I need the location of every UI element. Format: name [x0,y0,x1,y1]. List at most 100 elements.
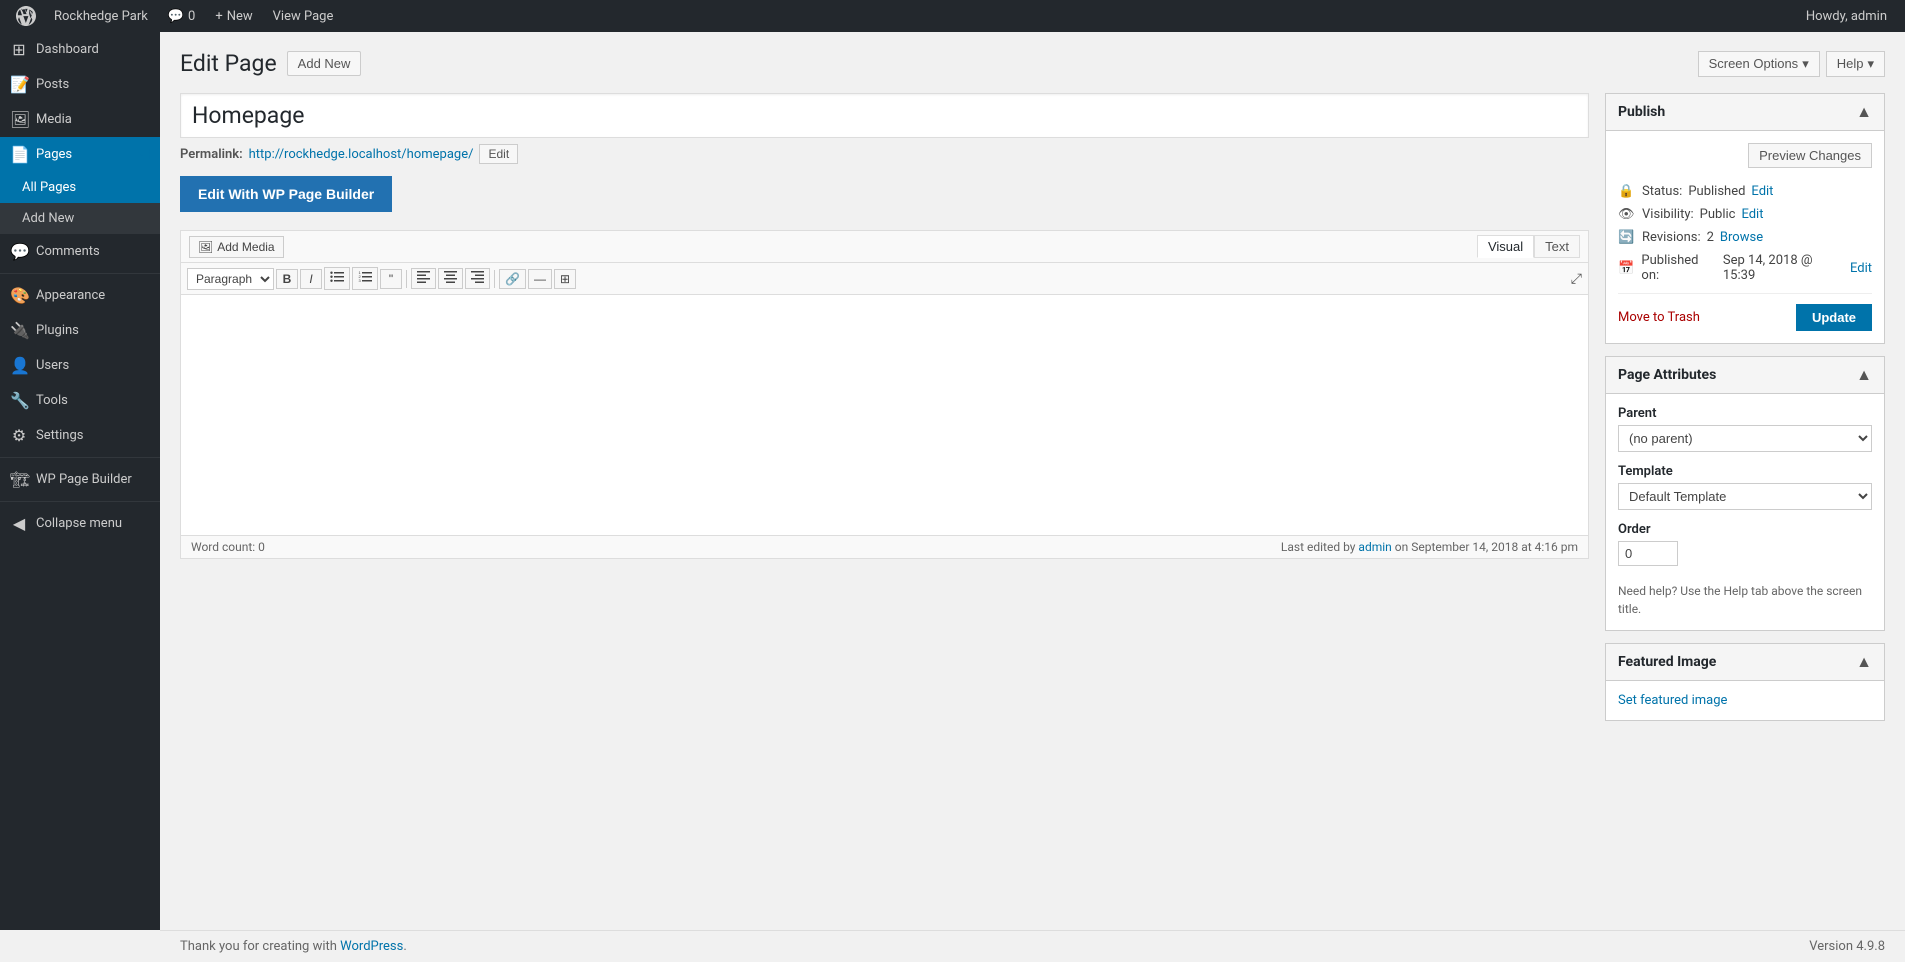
toolbar-divider-2 [494,270,495,288]
adminbar-new[interactable]: + New [205,0,262,32]
footer: Thank you for creating with WordPress. V… [160,930,1905,962]
italic-button[interactable]: I [300,269,322,289]
sidebar-label-plugins: Plugins [36,323,79,338]
settings-icon: ⚙ [10,426,28,445]
publish-panel-header[interactable]: Publish ▲ [1606,94,1884,131]
help-button[interactable]: Help ▾ [1826,51,1885,77]
publish-panel-toggle-icon[interactable]: ▲ [1856,102,1872,122]
users-icon: 👤 [10,356,28,375]
add-media-label: Add Media [217,240,274,254]
visual-text-tabs: Visual Text [1477,235,1580,258]
last-edited-user-link[interactable]: admin [1358,540,1391,554]
wp-page-builder-icon: 🏗 [10,470,28,489]
publish-panel-title: Publish [1618,104,1665,120]
help-label: Help [1837,56,1864,71]
comments-icon: 💬 [10,242,28,261]
unordered-list-button[interactable] [324,267,350,290]
sidebar-item-collapse[interactable]: ◀ Collapse menu [0,506,160,541]
sidebar-item-dashboard[interactable]: ⊞ Dashboard [0,32,160,67]
bold-button[interactable]: B [276,269,298,289]
sidebar-item-add-new[interactable]: Add New [0,203,160,234]
featured-image-toggle-icon[interactable]: ▲ [1856,652,1872,672]
sidebar-label-comments: Comments [36,244,100,259]
more-button[interactable]: — [528,269,552,289]
wordpress-link[interactable]: WordPress [340,939,403,954]
tab-text[interactable]: Text [1534,235,1580,258]
sidebar-item-all-pages[interactable]: All Pages [0,172,160,203]
add-media-button[interactable]: 🖼 Add Media [189,236,284,258]
formatting-toolbar: Paragraph B I 123 " [181,263,1588,295]
align-right-button[interactable] [465,268,490,289]
screen-options-button[interactable]: Screen Options ▾ [1698,51,1820,77]
page-attributes-toggle-icon[interactable]: ▲ [1856,365,1872,385]
sidebar-item-tools[interactable]: 🔧 Tools [0,383,160,418]
visibility-icon: 👁 [1618,207,1636,222]
sidebar-item-settings[interactable]: ⚙ Settings [0,418,160,453]
published-on-edit-link[interactable]: Edit [1850,261,1872,276]
last-edited-info: Last edited by admin on September 14, 20… [1281,540,1578,554]
parent-select[interactable]: (no parent) [1618,425,1872,452]
move-to-trash-link[interactable]: Move to Trash [1618,310,1700,325]
expand-toolbar-button[interactable]: ⤢ [1571,270,1582,287]
dashboard-icon: ⊞ [10,40,28,59]
sidebar-item-pages[interactable]: 📄 Pages ◀ [0,137,160,172]
blockquote-button[interactable]: " [380,269,402,289]
featured-image-body: Set featured image [1606,681,1884,720]
wp-page-builder-button[interactable]: Edit With WP Page Builder [180,176,392,212]
tab-visual[interactable]: Visual [1477,235,1534,258]
set-featured-image-link[interactable]: Set featured image [1618,693,1727,708]
media-icon: 🖼 [10,110,28,129]
posts-icon: 📝 [10,75,28,94]
published-on-label: Published on: [1641,253,1716,283]
revisions-browse-link[interactable]: Browse [1720,230,1763,245]
editor-sidebar: Publish ▲ Preview Changes 🔒 Status: Publ… [1605,93,1885,733]
sidebar-item-appearance[interactable]: 🎨 Appearance [0,278,160,313]
status-value: Published [1688,184,1745,199]
sidebar-item-plugins[interactable]: 🔌 Plugins [0,313,160,348]
pages-arrow-icon: ◀ [140,147,150,162]
sidebar-item-comments[interactable]: 💬 Comments [0,234,160,269]
permalink-edit-button[interactable]: Edit [479,144,518,164]
paragraph-select[interactable]: Paragraph [187,268,274,290]
page-header: Edit Page Add New [180,50,361,77]
status-edit-link[interactable]: Edit [1751,184,1773,199]
sidebar-item-users[interactable]: 👤 Users [0,348,160,383]
page-attributes-body: Parent (no parent) Template Default Temp… [1606,394,1884,630]
table-button[interactable]: ⊞ [554,269,576,289]
link-button[interactable]: 🔗 [499,269,526,289]
order-label: Order [1618,522,1872,537]
tools-icon: 🔧 [10,391,28,410]
editor-content-area[interactable] [181,295,1588,535]
adminbar-comments[interactable]: 💬 0 [158,0,206,32]
visibility-edit-link[interactable]: Edit [1741,207,1763,222]
sidebar-item-wp-page-builder[interactable]: 🏗 WP Page Builder [0,462,160,497]
update-button[interactable]: Update [1796,304,1872,331]
last-edited-on: on September 14, 2018 at 4:16 pm [1395,540,1578,554]
sidebar-label-media: Media [36,112,72,127]
align-center-button[interactable] [438,268,463,289]
plus-icon: + [215,9,222,24]
align-left-button[interactable] [411,268,436,289]
wp-logo[interactable] [8,0,44,32]
featured-image-panel-header[interactable]: Featured Image ▲ [1606,644,1884,681]
add-new-button[interactable]: Add New [287,51,362,76]
adminbar-view-page[interactable]: View Page [263,0,344,32]
ordered-list-button[interactable]: 123 [352,267,378,290]
sidebar: ⊞ Dashboard 📝 Posts 🖼 Media 📄 Pages ◀ Al… [0,32,160,930]
sidebar-label-dashboard: Dashboard [36,42,99,57]
featured-image-title: Featured Image [1618,654,1716,670]
page-attributes-panel-header[interactable]: Page Attributes ▲ [1606,357,1884,394]
new-label: New [227,9,253,24]
adminbar-howdy[interactable]: Howdy, admin [1796,0,1897,32]
sidebar-item-posts[interactable]: 📝 Posts [0,67,160,102]
toolbar-divider-1 [406,270,407,288]
permalink-link[interactable]: http://rockhedge.localhost/homepage/ [249,147,474,162]
sidebar-item-media[interactable]: 🖼 Media [0,102,160,137]
preview-changes-button[interactable]: Preview Changes [1748,143,1872,168]
page-title-input[interactable] [180,93,1589,138]
template-select[interactable]: Default Template [1618,483,1872,510]
adminbar-site[interactable]: Rockhedge Park [44,0,158,32]
revisions-count: 2 [1707,230,1714,245]
order-input[interactable] [1618,541,1678,566]
published-on-value: Sep 14, 2018 @ 15:39 [1723,253,1844,283]
